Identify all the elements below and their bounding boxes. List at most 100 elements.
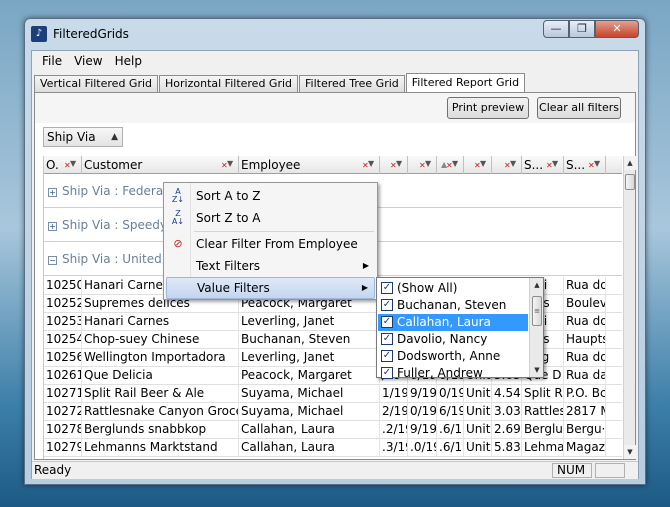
cell-customer[interactable]: Split Rail Beer & Ale bbox=[82, 385, 239, 403]
value-filter-item[interactable]: ✓ Buchanan, Steven bbox=[378, 297, 528, 314]
value-filter-item[interactable]: ✓ Callahan, Laura bbox=[378, 314, 528, 331]
cell-c10[interactable]: Boulev bbox=[564, 295, 606, 313]
checkbox[interactable]: ✓ bbox=[381, 282, 393, 294]
menu-help[interactable]: Help bbox=[109, 54, 148, 68]
menu-view[interactable]: View bbox=[68, 54, 108, 68]
cell-c9[interactable]: Berglur bbox=[522, 421, 564, 439]
cell-c9[interactable]: Split Ra bbox=[522, 385, 564, 403]
tab-horizontal-filtered-grid[interactable]: Horizontal Filtered Grid bbox=[159, 75, 299, 93]
filter-icon[interactable] bbox=[588, 158, 603, 172]
cell-customer[interactable]: Chop-suey Chinese bbox=[82, 331, 239, 349]
cell-c10[interactable]: Rua do bbox=[564, 349, 606, 367]
cell-c7[interactable]: Unite bbox=[464, 421, 492, 439]
cell-c7[interactable]: Unite bbox=[464, 385, 492, 403]
filter-icon[interactable] bbox=[474, 158, 489, 172]
expand-icon[interactable]: + bbox=[48, 188, 57, 197]
filter-icon[interactable] bbox=[546, 158, 561, 172]
scroll-down-icon[interactable]: ▼ bbox=[530, 363, 544, 377]
cell-c7[interactable]: Unite bbox=[464, 403, 492, 421]
value-filter-scrollbar[interactable]: ▲ ≡ ▼ bbox=[529, 278, 543, 377]
cell-customer[interactable]: Berglunds snabbkop bbox=[82, 421, 239, 439]
cell-c6[interactable]: .6/19 bbox=[437, 439, 464, 457]
menu-item-value-filters[interactable]: Value Filters ▶ bbox=[166, 277, 375, 299]
cell-customer[interactable]: Rattlesnake Canyon Grocery bbox=[82, 403, 239, 421]
grid-vertical-scrollbar[interactable]: ▲ ▼ bbox=[623, 156, 636, 459]
column-header-order[interactable]: O. bbox=[44, 156, 82, 174]
cell-order[interactable]: 10254 bbox=[44, 331, 82, 349]
cell-customer[interactable]: Que Delicia bbox=[82, 367, 239, 385]
cell-c8[interactable]: 4.54 bbox=[492, 385, 522, 403]
cell-c10[interactable]: Haupts bbox=[564, 331, 606, 349]
cell-c4[interactable]: .3/19 bbox=[380, 439, 408, 457]
menu-item-text-filters[interactable]: Text Filters ▶ bbox=[166, 255, 375, 277]
cell-c10[interactable]: P.O. Bc bbox=[564, 385, 606, 403]
cell-c5[interactable]: 0/19 bbox=[408, 403, 437, 421]
cell-c8[interactable]: 5.83 bbox=[492, 439, 522, 457]
cell-c4[interactable]: 2/19 bbox=[380, 403, 408, 421]
scroll-up-icon[interactable]: ▲ bbox=[624, 156, 636, 170]
cell-c7[interactable]: Unite bbox=[464, 439, 492, 457]
print-preview-button[interactable]: Print preview bbox=[447, 97, 529, 119]
cell-employee[interactable]: Callahan, Laura bbox=[239, 439, 380, 457]
scroll-up-icon[interactable]: ▲ bbox=[530, 278, 544, 292]
table-row[interactable]: 10271 Split Rail Beer & Ale Suyama, Michae… bbox=[44, 385, 622, 403]
table-row[interactable]: 10279 Lehmanns Marktstand Callahan, Laura.… bbox=[44, 439, 622, 457]
filter-icon[interactable] bbox=[221, 158, 236, 172]
cell-employee[interactable]: Leverling, Janet bbox=[239, 349, 380, 367]
column-header-employee[interactable]: Employee bbox=[239, 156, 380, 174]
cell-c9[interactable]: Rattlesr bbox=[522, 403, 564, 421]
cell-customer[interactable]: Hanari Carnes bbox=[82, 313, 239, 331]
cell-customer[interactable]: Lehmanns Marktstand bbox=[82, 439, 239, 457]
tab-filtered-tree-grid[interactable]: Filtered Tree Grid bbox=[299, 75, 405, 93]
column-header-9[interactable]: S... bbox=[522, 156, 564, 174]
value-filter-item[interactable]: ✓ Dodsworth, Anne bbox=[378, 348, 528, 365]
cell-customer[interactable]: Wellington Importadora bbox=[82, 349, 239, 367]
checkbox[interactable]: ✓ bbox=[381, 367, 393, 379]
cell-c10[interactable]: Rua da bbox=[564, 367, 606, 385]
cell-c9[interactable]: Lehma bbox=[522, 439, 564, 457]
column-header-5[interactable] bbox=[408, 156, 437, 174]
cell-employee[interactable]: Callahan, Laura bbox=[239, 421, 380, 439]
column-header-8[interactable] bbox=[492, 156, 522, 174]
checkbox[interactable]: ✓ bbox=[381, 350, 393, 362]
cell-c4[interactable]: 1/19 bbox=[380, 385, 408, 403]
cell-c10[interactable]: 2817 M bbox=[564, 403, 606, 421]
clear-all-filters-button[interactable]: Clear all filters bbox=[537, 97, 621, 119]
tab-vertical-filtered-grid[interactable]: Vertical Filtered Grid bbox=[34, 75, 159, 93]
table-row[interactable]: 10278 Berglunds snabbkop Callahan, Laura .2… bbox=[44, 421, 622, 439]
cell-order[interactable]: 10271 bbox=[44, 385, 82, 403]
cell-order[interactable]: 10253 bbox=[44, 313, 82, 331]
cell-c6[interactable]: 0/19 bbox=[437, 385, 464, 403]
scroll-thumb[interactable] bbox=[625, 174, 635, 190]
column-header-6[interactable]: ▲ bbox=[437, 156, 464, 174]
menu-item-sort-a-to-z[interactable]: A Z↓ Sort A to Z bbox=[166, 185, 375, 207]
checkbox[interactable]: ✓ bbox=[381, 316, 393, 328]
value-filter-item[interactable]: ✓ (Show All) bbox=[378, 280, 528, 297]
column-header-10[interactable]: S... bbox=[564, 156, 606, 174]
value-filter-item[interactable]: ✓ Fuller, Andrew bbox=[378, 365, 528, 382]
cell-c10[interactable]: Rua do bbox=[564, 277, 606, 295]
cell-order[interactable]: 10256 bbox=[44, 349, 82, 367]
filter-icon[interactable] bbox=[64, 158, 79, 172]
cell-order[interactable]: 10252 bbox=[44, 295, 82, 313]
scroll-down-icon[interactable]: ▼ bbox=[624, 445, 636, 459]
cell-c6[interactable]: 6/19 bbox=[437, 403, 464, 421]
expand-icon[interactable]: + bbox=[48, 222, 57, 231]
cell-employee[interactable]: Buchanan, Steven bbox=[239, 331, 380, 349]
cell-c5[interactable]: 9/19 bbox=[408, 421, 437, 439]
cell-employee[interactable]: Suyama, Michael bbox=[239, 403, 380, 421]
group-by-ship-via[interactable]: Ship Via ▲ bbox=[43, 127, 123, 147]
column-header-4[interactable] bbox=[380, 156, 408, 174]
cell-c5[interactable]: 9/19 bbox=[408, 385, 437, 403]
filter-icon[interactable] bbox=[504, 158, 519, 172]
table-row[interactable]: 10272 Rattlesnake Canyon Grocery Suyama, M… bbox=[44, 403, 622, 421]
tab-filtered-report-grid[interactable]: Filtered Report Grid bbox=[405, 73, 526, 93]
cell-c8[interactable]: 2.69 bbox=[492, 421, 522, 439]
cell-c10[interactable]: Magazi bbox=[564, 439, 606, 457]
checkbox[interactable]: ✓ bbox=[381, 299, 393, 311]
menu-item-sort-z-to-a[interactable]: Z A↓ Sort Z to A bbox=[166, 207, 375, 229]
cell-employee[interactable]: Leverling, Janet bbox=[239, 313, 380, 331]
cell-c4[interactable]: .2/19 bbox=[380, 421, 408, 439]
filter-icon[interactable] bbox=[362, 158, 377, 172]
title-bar[interactable]: ♪ FilteredGrids — ❐ ✕ bbox=[25, 19, 645, 49]
